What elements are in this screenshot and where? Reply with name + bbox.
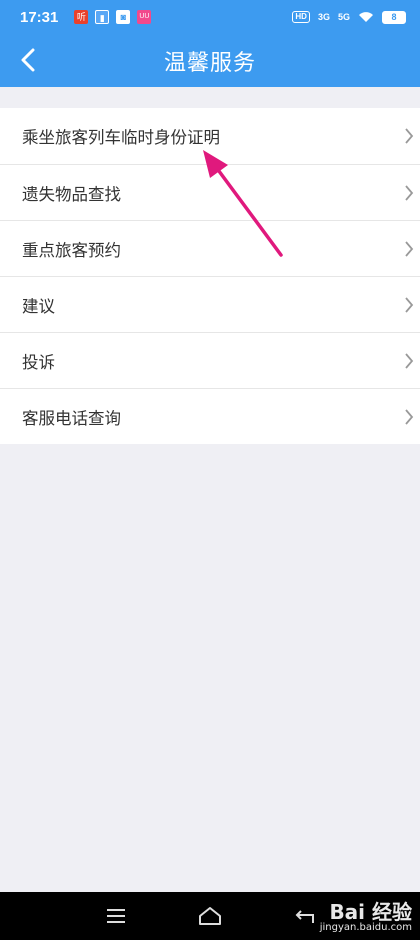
notification-icons: 听 ▮ ◙ UU [74, 10, 152, 24]
menu-item-label: 投诉 [22, 353, 55, 372]
sim1-network-label: 3G [317, 12, 330, 22]
menu-item-complaint[interactable]: 投诉 [0, 332, 420, 388]
service-menu-list: 乘坐旅客列车临时身份证明 遗失物品查找 重点旅客预约 建议 投诉 客服电话查询 [0, 108, 420, 444]
sim-card-icon: ▮ [95, 10, 110, 24]
chevron-right-icon [405, 128, 414, 144]
chevron-right-icon [405, 241, 414, 257]
menu-item-lost-and-found[interactable]: 遗失物品查找 [0, 164, 420, 220]
news-app-icon: 听 [74, 10, 89, 24]
wifi-icon [359, 12, 373, 22]
back-arrow-icon [21, 48, 35, 72]
hd-badge: HD [292, 11, 310, 23]
menu-item-label: 建议 [22, 297, 55, 316]
menu-item-label: 乘坐旅客列车临时身份证明 [22, 129, 220, 147]
menu-item-temporary-id[interactable]: 乘坐旅客列车临时身份证明 [0, 108, 420, 164]
back-nav-button[interactable] [290, 902, 320, 930]
back-button[interactable] [10, 42, 46, 78]
watermark-brand: Bai 经验 [329, 900, 412, 924]
watermark-url: jingyan.baidu.com [319, 922, 412, 933]
chevron-right-icon [405, 185, 414, 201]
watermark: Bai 经验 jingyan.baidu.com [320, 902, 412, 934]
chevron-right-icon [405, 353, 414, 369]
menu-item-label: 遗失物品查找 [22, 185, 121, 204]
home-icon [199, 907, 221, 925]
menu-item-priority-booking[interactable]: 重点旅客预约 [0, 220, 420, 276]
menu-item-label: 客服电话查询 [22, 409, 121, 428]
chevron-right-icon [405, 409, 414, 425]
status-bar: 17:31 听 ▮ ◙ UU HD 3G 5G 8 [0, 0, 420, 34]
menu-item-hotline-query[interactable]: 客服电话查询 [0, 388, 420, 444]
gallery-app-icon: ◙ [116, 10, 131, 24]
menu-item-label: 重点旅客预约 [22, 241, 121, 260]
home-button[interactable] [195, 902, 225, 930]
menu-item-suggestion[interactable]: 建议 [0, 276, 420, 332]
sim2-signal: 5G [338, 12, 350, 22]
page-title: 温馨服务 [163, 49, 256, 75]
hamburger-icon [107, 909, 125, 923]
sim1-signal: 3G [318, 12, 330, 22]
sim2-network-label: 5G [337, 12, 350, 22]
return-icon [295, 910, 314, 923]
system-nav-bar: Bai 经验 jingyan.baidu.com [0, 892, 420, 940]
shopping-app-icon: UU [137, 10, 152, 24]
menu-button[interactable] [101, 902, 131, 930]
chevron-right-icon [405, 297, 414, 313]
status-right: HD 3G 5G 8 [292, 10, 406, 24]
battery-icon: 8 [382, 10, 406, 24]
nav-bar: 温馨服务 [0, 34, 420, 87]
status-time: 17:31 [20, 8, 59, 26]
